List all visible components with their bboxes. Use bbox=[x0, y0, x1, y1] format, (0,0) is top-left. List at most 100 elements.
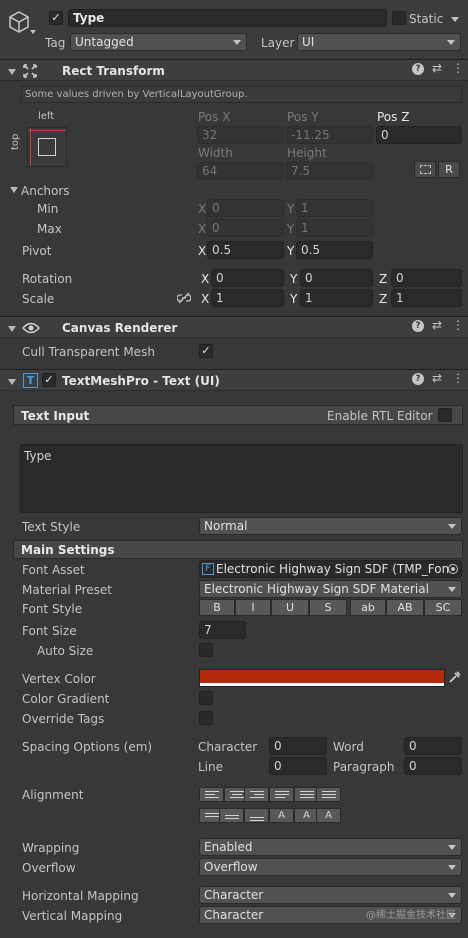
align-right-button[interactable] bbox=[244, 787, 269, 802]
auto-size-checkbox[interactable] bbox=[199, 643, 213, 657]
align-middle-button[interactable] bbox=[219, 808, 244, 823]
enable-rtl-label: Enable RTL Editor bbox=[327, 409, 433, 423]
vertex-color-swatch[interactable] bbox=[199, 669, 445, 687]
overflow-dropdown[interactable]: Overflow bbox=[199, 858, 462, 876]
rect-transform-header[interactable]: Rect Transform ? ⇄ ⋮ bbox=[0, 59, 468, 81]
wrapping-dropdown[interactable]: Enabled bbox=[199, 838, 462, 856]
align-bottom-button[interactable] bbox=[244, 808, 269, 823]
anchor-preset-button[interactable] bbox=[27, 127, 67, 167]
align-capline-button[interactable]: A bbox=[316, 808, 341, 823]
foldout-arrow-icon[interactable] bbox=[8, 69, 16, 75]
foldout-arrow-icon[interactable] bbox=[8, 326, 16, 332]
font-style-italic-button[interactable]: I bbox=[235, 599, 271, 616]
more-icon[interactable]: ⋮ bbox=[452, 371, 464, 385]
constrain-proportions-icon[interactable] bbox=[177, 292, 191, 304]
font-style-lowercase-button[interactable]: ab bbox=[350, 599, 386, 616]
override-tags-checkbox[interactable] bbox=[199, 711, 213, 725]
tag-value: Untagged bbox=[75, 35, 134, 49]
help-icon[interactable]: ? bbox=[412, 373, 424, 385]
foldout-arrow-icon[interactable] bbox=[8, 379, 16, 385]
align-justified-button[interactable] bbox=[269, 787, 294, 802]
font-asset-field[interactable]: F Electronic Highway Sign SDF (TMP_Font bbox=[199, 560, 462, 578]
textmeshpro-enabled-checkbox[interactable]: ✓ bbox=[42, 373, 56, 387]
max-y-field: 1 bbox=[296, 219, 373, 237]
font-style-smallcaps-button[interactable]: SC bbox=[424, 599, 462, 616]
width-field: 64 bbox=[197, 162, 284, 180]
blueprint-icon bbox=[420, 165, 431, 174]
static-checkbox[interactable] bbox=[392, 11, 406, 25]
anchor-preset-box-icon bbox=[38, 138, 56, 156]
pivot-x-field[interactable]: 0.5 bbox=[207, 241, 284, 259]
enable-rtl-checkbox[interactable] bbox=[438, 408, 452, 422]
line-spacing-field[interactable]: 0 bbox=[269, 757, 327, 775]
pivot-y-field[interactable]: 0.5 bbox=[296, 241, 373, 259]
align-left-button[interactable] bbox=[199, 787, 224, 802]
horizontal-mapping-label: Horizontal Mapping bbox=[22, 889, 139, 903]
presets-icon[interactable]: ⇄ bbox=[432, 318, 442, 332]
pos-z-field[interactable]: 0 bbox=[376, 126, 462, 144]
spacing-options-label: Spacing Options (em) bbox=[22, 740, 153, 754]
font-size-field[interactable]: 7 bbox=[199, 621, 246, 639]
static-dropdown-arrow-icon[interactable] bbox=[451, 17, 459, 22]
cull-transparent-mesh-checkbox[interactable]: ✓ bbox=[199, 344, 213, 358]
active-checkbox[interactable]: ✓ bbox=[49, 11, 63, 25]
layer-dropdown[interactable]: UI bbox=[297, 33, 461, 51]
more-icon[interactable]: ⋮ bbox=[452, 318, 464, 332]
component-header-icons: ? ⇄ ⋮ bbox=[412, 371, 464, 389]
scale-z-field[interactable]: 1 bbox=[391, 289, 462, 307]
chevron-down-icon bbox=[447, 40, 455, 45]
align-baseline-button[interactable]: A bbox=[269, 808, 294, 823]
rot-y-field[interactable]: 0 bbox=[300, 269, 373, 287]
raw-edit-button[interactable]: R bbox=[438, 161, 460, 178]
eye-icon bbox=[22, 322, 40, 334]
canvas-renderer-title: Canvas Renderer bbox=[62, 321, 178, 335]
eyedropper-icon[interactable] bbox=[448, 670, 462, 684]
word-spacing-field[interactable]: 0 bbox=[404, 737, 462, 755]
blueprint-mode-button[interactable] bbox=[414, 161, 436, 178]
min-x-axis-label: X bbox=[198, 202, 207, 216]
material-preset-dropdown[interactable]: Electronic Highway Sign SDF Material bbox=[199, 580, 462, 598]
chevron-down-icon bbox=[448, 865, 456, 870]
text-style-value: Normal bbox=[204, 519, 248, 533]
presets-icon[interactable]: ⇄ bbox=[432, 371, 442, 385]
character-spacing-label: Character bbox=[198, 740, 258, 754]
align-geometry-center-button[interactable] bbox=[316, 787, 341, 802]
component-header-icons: ? ⇄ ⋮ bbox=[412, 61, 464, 79]
rot-x-field[interactable]: 0 bbox=[211, 269, 284, 287]
color-gradient-checkbox[interactable] bbox=[199, 691, 213, 705]
icon-dropdown-arrow-icon[interactable] bbox=[30, 30, 36, 34]
rot-z-field[interactable]: 0 bbox=[391, 269, 462, 287]
min-x-field: 0 bbox=[207, 199, 284, 217]
presets-icon[interactable]: ⇄ bbox=[432, 61, 442, 75]
object-name-field[interactable]: Type bbox=[68, 9, 387, 27]
paragraph-spacing-field[interactable]: 0 bbox=[404, 757, 462, 775]
canvas-renderer-header[interactable]: Canvas Renderer ? ⇄ ⋮ bbox=[0, 316, 468, 338]
rot-x-axis-label: X bbox=[201, 272, 210, 286]
text-style-dropdown[interactable]: Normal bbox=[199, 517, 462, 535]
more-icon[interactable]: ⋮ bbox=[452, 61, 464, 75]
horizontal-mapping-dropdown[interactable]: Character bbox=[199, 886, 462, 904]
anchors-foldout-icon[interactable] bbox=[10, 187, 18, 193]
scale-x-field[interactable]: 1 bbox=[211, 289, 284, 307]
font-style-uppercase-button[interactable]: AB bbox=[386, 599, 424, 616]
chevron-down-icon bbox=[448, 524, 456, 529]
wrapping-label: Wrapping bbox=[22, 841, 80, 855]
character-spacing-field[interactable]: 0 bbox=[269, 737, 327, 755]
rot-z-axis-label: Z bbox=[379, 272, 388, 286]
pos-x-label: Pos X bbox=[198, 110, 231, 124]
scale-y-field[interactable]: 1 bbox=[300, 289, 373, 307]
cull-transparent-mesh-label: Cull Transparent Mesh bbox=[22, 345, 155, 359]
main-settings-section-header: Main Settings bbox=[13, 540, 463, 559]
help-icon[interactable]: ? bbox=[412, 320, 424, 332]
font-style-underline-button[interactable]: U bbox=[271, 599, 309, 616]
object-picker-icon[interactable] bbox=[448, 564, 458, 574]
text-input-area[interactable]: Type bbox=[20, 444, 463, 513]
vertex-color-label: Vertex Color bbox=[22, 672, 96, 686]
help-icon[interactable]: ? bbox=[412, 63, 424, 75]
textmeshpro-header[interactable]: T ✓ TextMeshPro - Text (UI) ? ⇄ ⋮ bbox=[0, 369, 468, 391]
font-style-bold-button[interactable]: B bbox=[199, 599, 235, 616]
font-style-strikethrough-button[interactable]: S bbox=[309, 599, 347, 616]
chevron-down-icon bbox=[233, 40, 241, 45]
tag-dropdown[interactable]: Untagged bbox=[70, 33, 247, 51]
max-x-axis-label: X bbox=[198, 222, 207, 236]
